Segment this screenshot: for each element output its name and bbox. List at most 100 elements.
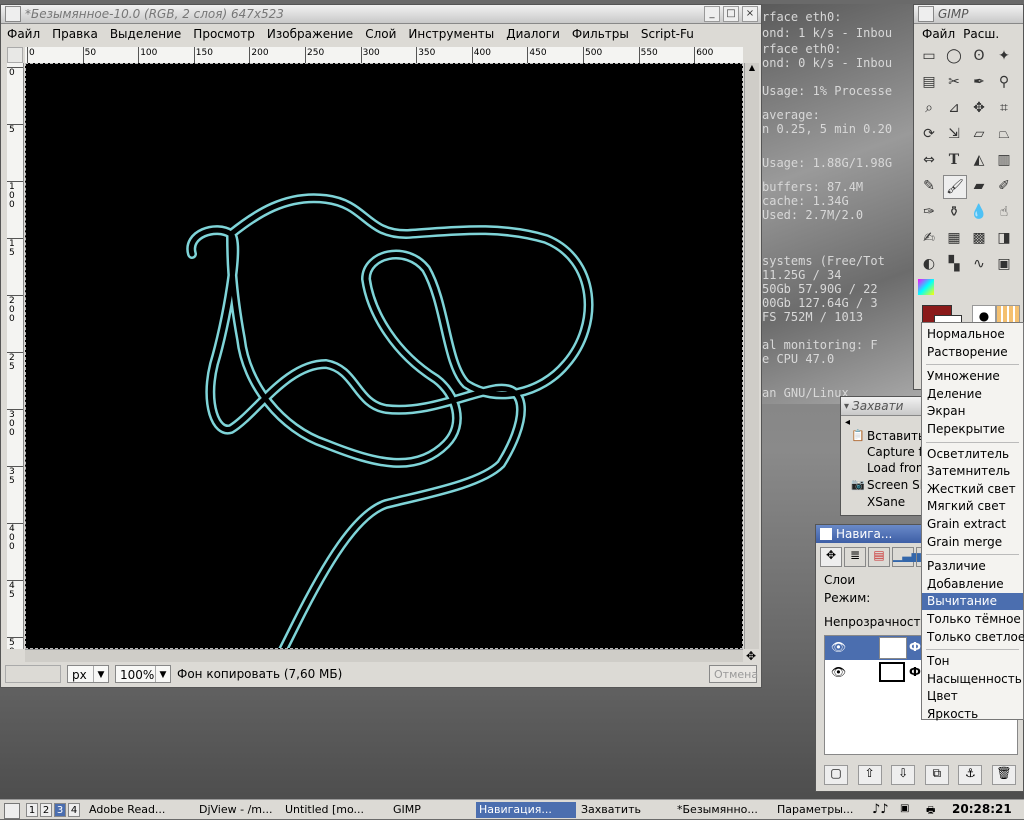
posterize-icon[interactable]: ▣	[993, 253, 1015, 275]
blur-icon[interactable]: 💧	[968, 201, 990, 223]
move-icon[interactable]: ✥	[968, 97, 990, 119]
capture-item-load[interactable]: Load from	[867, 461, 928, 475]
clock[interactable]: 20:28:21	[952, 802, 1012, 816]
image-canvas[interactable]	[25, 63, 743, 669]
menu-file[interactable]: Файл	[7, 27, 40, 41]
unit-select[interactable]: px ▼	[67, 665, 109, 683]
crop-icon[interactable]: ⌗	[993, 97, 1015, 119]
text-icon[interactable]: T	[943, 149, 965, 171]
menu-layer[interactable]: Слой	[365, 27, 396, 41]
capture-item-capture[interactable]: Capture fr	[867, 445, 928, 459]
layer-mode-option[interactable]: Различие	[922, 558, 1023, 575]
layer-mode-option[interactable]: Затемнитель	[922, 463, 1023, 480]
threshold-icon[interactable]: ◐	[918, 253, 940, 275]
menu-filters[interactable]: Фильтры	[572, 27, 629, 41]
colorize-icon[interactable]: ◨	[993, 227, 1015, 249]
taskbar-task-button[interactable]: DjView - /m...	[196, 802, 278, 818]
path-icon[interactable]: ✒	[968, 71, 990, 93]
toolbox-titlebar[interactable]: GIMP	[914, 5, 1023, 24]
color-select-icon[interactable]: ▤	[918, 71, 940, 93]
lower-layer-icon[interactable]: ⇩	[891, 765, 916, 785]
layer-mode-option[interactable]: Деление	[922, 386, 1023, 403]
gradient-icon[interactable]: ▥	[993, 149, 1015, 171]
taskbar-task-button[interactable]: Параметры...	[774, 802, 866, 818]
show-desktop-icon[interactable]	[4, 803, 20, 819]
menu-view[interactable]: Просмотр	[193, 27, 255, 41]
layer-mode-option[interactable]: Только тёмное	[922, 611, 1023, 628]
workspace-switcher-button[interactable]: 3	[54, 803, 66, 817]
layer-mode-option[interactable]: Растворение	[922, 344, 1023, 361]
color-picker-icon[interactable]: ⚲	[993, 71, 1015, 93]
tab-navigation-icon[interactable]: ✥	[820, 547, 842, 567]
tab-histogram-icon[interactable]: ▁▃▅	[892, 547, 921, 567]
maximize-button[interactable]: □	[723, 6, 739, 22]
anchor-layer-icon[interactable]: ⚓	[958, 765, 983, 785]
delete-layer-icon[interactable]: 🗑	[991, 765, 1016, 785]
toolbox-menu-extensions[interactable]: Расш.	[963, 27, 999, 41]
layer-mode-option[interactable]: Осветлитель	[922, 446, 1023, 463]
menu-tools[interactable]: Инструменты	[408, 27, 494, 41]
window-menu-icon[interactable]	[5, 6, 21, 22]
eye-icon[interactable]: 👁	[831, 640, 846, 654]
scroll-up-icon[interactable]: ▲	[746, 63, 758, 75]
flip-icon[interactable]: ⇔	[918, 149, 940, 171]
layer-mode-option[interactable]: Экран	[922, 403, 1023, 420]
layer-mode-option[interactable]: Нормальное	[922, 326, 1023, 343]
taskbar-task-button[interactable]: Навигация...	[476, 802, 576, 818]
toolbox-menu-file[interactable]: Файл	[922, 27, 955, 41]
clone-icon[interactable]: ⚱	[943, 201, 965, 223]
curves-icon[interactable]: ∿	[968, 253, 990, 275]
vertical-scrollbar[interactable]: ▲	[744, 63, 759, 649]
eraser-icon[interactable]: ▰	[968, 175, 990, 197]
horizontal-scrollbar[interactable]	[25, 649, 743, 662]
tearoff-icon[interactable]: ◂	[845, 417, 850, 428]
menu-dialogs[interactable]: Диалоги	[506, 27, 560, 41]
tray-icon[interactable]: ▣	[900, 803, 909, 814]
rect-select-icon[interactable]: ▭	[918, 45, 940, 67]
workspace-switcher-button[interactable]: 1	[26, 803, 38, 817]
layer-mode-option[interactable]: Мягкий свет	[922, 498, 1023, 515]
dodge-burn-icon[interactable]: ✍	[918, 227, 940, 249]
hue-saturation-icon[interactable]: ▩	[968, 227, 990, 249]
rotate-icon[interactable]: ⟳	[918, 123, 940, 145]
layer-mode-option[interactable]: Добавление	[922, 576, 1023, 593]
layer-mode-option[interactable]: Яркость	[922, 706, 1023, 723]
menu-edit[interactable]: Правка	[52, 27, 98, 41]
taskbar-task-button[interactable]: Untitled [mo...	[282, 802, 386, 818]
music-note-icon[interactable]: ♪♪	[872, 802, 889, 817]
capture-item-xsane[interactable]: XSane	[867, 495, 905, 509]
ink-icon[interactable]: ✑	[918, 201, 940, 223]
layer-mode-option[interactable]: Жесткий свет	[922, 481, 1023, 498]
quick-mask-corner-icon[interactable]	[7, 47, 23, 63]
tab-channels-icon[interactable]: ▤	[868, 547, 890, 567]
measure-icon[interactable]: ⊿	[943, 97, 965, 119]
workspace-switcher-button[interactable]: 2	[40, 803, 52, 817]
image-window-titlebar[interactable]: *Безымянное-10.0 (RGB, 2 слоя) 647x523 _…	[1, 5, 761, 24]
menu-image[interactable]: Изображение	[267, 27, 353, 41]
bucket-fill-icon[interactable]: ◭	[968, 149, 990, 171]
duplicate-layer-icon[interactable]: ⧉	[924, 765, 949, 785]
pencil-icon[interactable]: ✎	[918, 175, 940, 197]
collapse-icon[interactable]: ▾	[844, 401, 849, 412]
taskbar-task-button[interactable]: *Безымянно...	[674, 802, 770, 818]
taskbar-task-button[interactable]: Захватить	[578, 802, 670, 818]
close-button[interactable]: ×	[742, 6, 758, 22]
navigate-icon[interactable]: ✥	[744, 649, 758, 663]
eye-icon[interactable]: 👁	[831, 665, 846, 679]
layer-mode-option[interactable]: Насыщенность	[922, 671, 1023, 688]
minimize-button[interactable]: _	[704, 6, 720, 22]
smudge-icon[interactable]: ☝	[993, 201, 1015, 223]
layer-mode-option[interactable]: Только светлое	[922, 629, 1024, 646]
shear-icon[interactable]: ▱	[968, 123, 990, 145]
cancel-button[interactable]: Отмена	[709, 665, 758, 683]
menu-script-fu[interactable]: Script-Fu	[641, 27, 694, 41]
layer-mode-option[interactable]: Цвет	[922, 688, 1023, 705]
window-menu-icon[interactable]	[820, 528, 832, 540]
taskbar-task-button[interactable]: Adobe Read...	[86, 802, 192, 818]
airbrush-icon[interactable]: ✐	[993, 175, 1015, 197]
window-menu-icon[interactable]	[918, 6, 934, 22]
layer-mode-option[interactable]: Grain extract	[922, 516, 1023, 533]
raise-layer-icon[interactable]: ⇧	[857, 765, 882, 785]
layer-mode-option[interactable]: Перекрытие	[922, 421, 1023, 438]
zoom-icon[interactable]: ⌕	[918, 97, 940, 119]
